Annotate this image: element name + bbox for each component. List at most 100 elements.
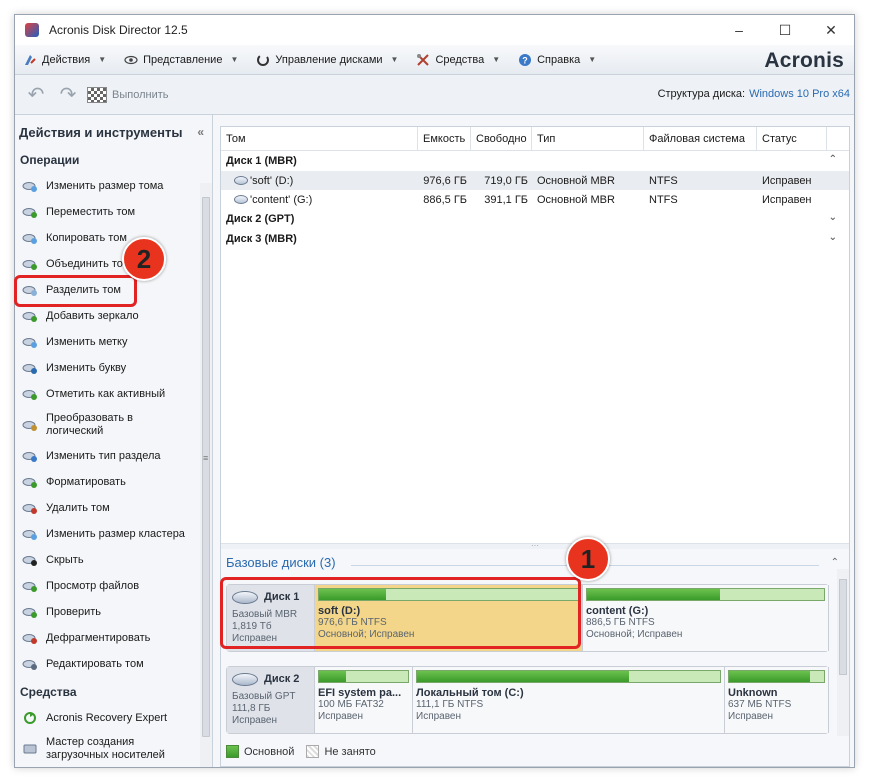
- menu-view[interactable]: Представление ▼: [120, 48, 244, 72]
- disk-structure: Структура диска: Windows 10 Pro x64: [658, 88, 850, 100]
- disk-label-panel[interactable]: Диск 2 Базовый GPT 111,8 ГБ Исправен: [227, 667, 315, 733]
- browse-icon: [22, 582, 37, 592]
- sidebar-item-letter[interactable]: Изменить букву: [15, 355, 212, 381]
- main-pane: Том Емкость Свободно Тип Файловая систем…: [220, 126, 850, 767]
- sidebar-item-recovery-expert[interactable]: Acronis Recovery Expert: [15, 705, 212, 731]
- disk-map-1[interactable]: Диск 1 Базовый MBR 1,819 Тб Исправен soft (D…: [226, 584, 829, 652]
- sidebar-item-mirror[interactable]: Добавить зеркало: [15, 303, 212, 329]
- sidebar-item-cluster[interactable]: Изменить размер кластера: [15, 521, 212, 547]
- partition-name: Unknown: [728, 687, 778, 699]
- disk-group-row[interactable]: Диск 2 (GPT) ⌄: [221, 209, 849, 229]
- menu-tools-label: Средства: [435, 53, 485, 66]
- disk-group-row[interactable]: Диск 3 (MBR) ⌄: [221, 229, 849, 249]
- run-button[interactable]: Выполнить: [87, 86, 168, 103]
- sidebar-item-boot-media[interactable]: Мастер создания загрузочных носителей: [15, 731, 212, 767]
- sidebar-item-convert[interactable]: Преобразовать в логический: [15, 407, 212, 443]
- partition-usage-bar: [318, 588, 579, 601]
- sidebar-item-check[interactable]: Проверить: [15, 599, 212, 625]
- column-filesystem[interactable]: Файловая система: [644, 127, 757, 151]
- sidebar-item-format[interactable]: Форматировать: [15, 469, 212, 495]
- volume-cell-status: Исправен: [757, 175, 827, 187]
- menu-tools[interactable]: Средства ▼: [412, 48, 506, 72]
- column-type[interactable]: Тип: [532, 127, 644, 151]
- defrag-icon: [22, 634, 37, 644]
- operations-list: Изменить размер тома Переместить том Копир…: [15, 173, 212, 677]
- partition-info: 976,6 ГБ NTFS: [318, 617, 387, 628]
- recovery-icon: [24, 712, 36, 724]
- disk-structure-link[interactable]: Windows 10 Pro x64: [749, 88, 850, 100]
- close-button[interactable]: ✕: [808, 15, 854, 45]
- partition-name: EFI system pa...: [318, 687, 402, 699]
- volume-cell-free: 719,0 ГБ: [471, 175, 532, 187]
- volume-table-body: Диск 1 (MBR) ⌃ 'soft' (D:) 976,6 ГБ 719,0 ГБ…: [221, 151, 849, 249]
- chevron-down-icon: ▼: [492, 55, 501, 64]
- sidebar-item-defrag[interactable]: Дефрагментировать: [15, 625, 212, 651]
- sidebar-item-hide[interactable]: Скрыть: [15, 547, 212, 573]
- disk-pane-scrollbar[interactable]: [837, 569, 849, 736]
- sidebar-item-browse[interactable]: Просмотр файлов: [15, 573, 212, 599]
- sidebar-item-move[interactable]: Переместить том: [15, 199, 212, 225]
- step-badge-2: 2: [122, 237, 166, 281]
- partition-info: 886,5 ГБ NTFS: [586, 617, 655, 628]
- sidebar-item-label: Изменить тип раздела: [46, 449, 161, 462]
- partition-block[interactable]: EFI system pa... 100 МБ FAT32 Исправен: [315, 667, 413, 733]
- sidebar-item-merge[interactable]: Объединить тома: [15, 251, 212, 277]
- disk-map-2[interactable]: Диск 2 Базовый GPT 111,8 ГБ Исправен EFI sys…: [226, 666, 829, 734]
- redo-button[interactable]: ↷: [55, 82, 81, 108]
- disk-group-name: Диск 1 (MBR): [226, 155, 297, 167]
- menu-actions[interactable]: Действия ▼: [19, 48, 112, 72]
- legend-free: Не занято: [324, 745, 376, 758]
- column-status[interactable]: Статус: [757, 127, 827, 151]
- partition-block[interactable]: content (G:) 886,5 ГБ NTFS Основной; Испра…: [583, 585, 829, 651]
- column-free[interactable]: Свободно: [471, 127, 532, 151]
- step-badge-1: 1: [566, 537, 610, 581]
- scrollbar-thumb[interactable]: [202, 197, 210, 737]
- sidebar-item-label[interactable]: Изменить метку: [15, 329, 212, 355]
- column-capacity[interactable]: Емкость: [418, 127, 471, 151]
- menu-help[interactable]: ? Справка ▼: [514, 48, 602, 72]
- menu-disk-management[interactable]: Управление дисками ▼: [252, 48, 404, 72]
- app-window: Acronis Disk Director 12.5 – ☐ ✕ Действи…: [14, 14, 855, 768]
- chevron-up-icon[interactable]: ⌃: [829, 154, 837, 165]
- disk-group-row[interactable]: Диск 1 (MBR) ⌃: [221, 151, 849, 171]
- chevron-down-icon[interactable]: ⌄: [829, 232, 837, 243]
- partition-block[interactable]: Локальный том (C:) 111,1 ГБ NTFS Исправен: [413, 667, 725, 733]
- section-operations: Операции: [20, 153, 80, 167]
- chevron-down-icon[interactable]: ⌄: [829, 212, 837, 223]
- partition-status: Исправен: [416, 711, 462, 722]
- partition-status: Основной; Исправен: [586, 629, 683, 640]
- volume-table-header: Том Емкость Свободно Тип Файловая систем…: [221, 127, 849, 151]
- volume-cell-text: 976,6 ГБ: [423, 174, 467, 187]
- volume-cell-type: Основной MBR: [532, 175, 644, 187]
- volume-row[interactable]: 'content' (G:) 886,5 ГБ 391,1 ГБ Основной M…: [221, 190, 849, 209]
- sidebar-item-active[interactable]: Отметить как активный: [15, 381, 212, 407]
- undo-button[interactable]: ↶: [23, 82, 49, 108]
- sidebar-scrollbar[interactable]: ≡: [200, 183, 212, 767]
- sidebar-item-split[interactable]: Разделить том: [15, 277, 212, 303]
- sidebar-item-edit[interactable]: Редактировать том: [15, 651, 212, 677]
- sidebar-item-label: Форматировать: [46, 475, 126, 488]
- volume-cell-text: 391,1 ГБ: [484, 193, 528, 206]
- minimize-button[interactable]: –: [716, 15, 762, 45]
- volume-row[interactable]: 'soft' (D:) 976,6 ГБ 719,0 ГБ Основной MBR N…: [221, 171, 849, 190]
- sidebar-item-delete[interactable]: Удалить том: [15, 495, 212, 521]
- partition-block[interactable]: Unknown 637 МБ NTFS Исправен: [725, 667, 829, 733]
- chevron-down-icon: ▼: [390, 55, 399, 64]
- partition-block[interactable]: soft (D:) 976,6 ГБ NTFS Основной; Исправен: [315, 585, 583, 651]
- disk-label-panel[interactable]: Диск 1 Базовый MBR 1,819 Тб Исправен: [227, 585, 315, 651]
- column-volume[interactable]: Том: [221, 127, 418, 151]
- volume-cell-text: 'content' (G:): [250, 193, 313, 206]
- collapse-sidebar-button[interactable]: «: [197, 125, 204, 139]
- scrollbar-thumb[interactable]: [839, 579, 847, 675]
- sidebar-item-label: Дефрагментировать: [46, 631, 151, 644]
- hide-icon: [22, 556, 37, 566]
- volume-cell-type: Основной MBR: [532, 194, 644, 206]
- maximize-button[interactable]: ☐: [762, 15, 808, 45]
- partition-usage-fill: [417, 671, 630, 682]
- sidebar-item-parttype[interactable]: Изменить тип раздела: [15, 443, 212, 469]
- sidebar-item-copy[interactable]: Копировать том: [15, 225, 212, 251]
- collapse-disks-icon[interactable]: ⌃: [831, 557, 839, 568]
- toolbar: ↶ ↷ Выполнить Структура диска: Windows 10…: [15, 75, 854, 115]
- sidebar-item-resize[interactable]: Изменить размер тома: [15, 173, 212, 199]
- volume-cell-text: Исправен: [762, 193, 812, 206]
